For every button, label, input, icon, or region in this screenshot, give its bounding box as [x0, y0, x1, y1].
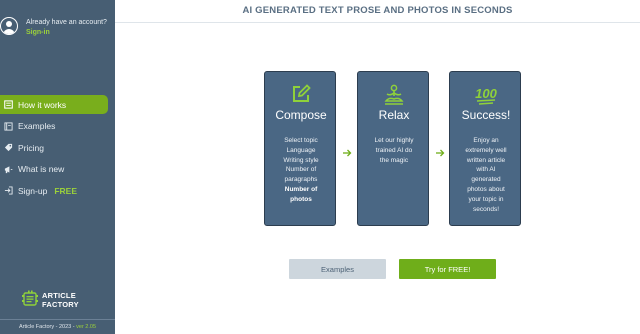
card-line: written article — [466, 156, 506, 164]
arrow-right-icon — [343, 149, 352, 157]
factory-logo-icon — [22, 290, 38, 306]
sidebar-item-examples[interactable]: Examples — [0, 117, 115, 136]
pencil-square-icon — [265, 84, 337, 106]
account-section: Already have an account? Sign-in — [0, 17, 115, 43]
card-line: paragraphs — [284, 176, 318, 184]
card-line: generated — [471, 176, 501, 184]
sidebar-item-label: Examples — [18, 121, 56, 131]
card-line: trained AI do — [375, 146, 413, 154]
sign-in-icon — [3, 186, 13, 196]
svg-text:100: 100 — [475, 86, 497, 101]
logo-text: ARTICLE FACTORY — [42, 291, 79, 309]
sidebar-item-label: How it works — [18, 99, 67, 110]
card-line-bold: photos — [290, 195, 312, 203]
card-line: with AI — [476, 166, 496, 174]
card-success: 100 Success! Enjoy an extremely well wri… — [449, 71, 521, 226]
page-header: AI GENERATED TEXT PROSE AND PHOTOS IN SE… — [115, 0, 640, 23]
sidebar-item-what-is-new[interactable]: What is new — [0, 160, 115, 179]
sidebar: Already have an account? Sign-in How it … — [0, 0, 115, 334]
card-title: Relax — [378, 108, 410, 122]
card-line: Number of — [285, 166, 317, 174]
sidebar-item-label: What is new — [18, 164, 65, 174]
card-line: Language — [286, 146, 316, 154]
user-avatar-icon — [0, 17, 18, 35]
sidebar-nav: How it works Examples Pricing What is ne… — [0, 95, 115, 203]
hundred-icon: 100 — [450, 84, 522, 106]
card-body: Enjoy an extremely well written article … — [455, 136, 517, 214]
logo-line-2: FACTORY — [42, 299, 79, 309]
try-for-free-button[interactable]: Try for FREE! — [399, 259, 496, 279]
card-line: extremely well — [465, 146, 507, 154]
card-line: Let our highly — [374, 137, 414, 144]
sidebar-item-pricing[interactable]: Pricing — [0, 138, 115, 157]
card-body: Select topic Language Writing style Numb… — [270, 136, 332, 205]
meditation-icon — [358, 84, 430, 106]
sign-in-link[interactable]: Sign-in — [26, 29, 50, 36]
card-line: Enjoy an — [473, 137, 499, 144]
page-title: AI GENERATED TEXT PROSE AND PHOTOS IN SE… — [242, 5, 513, 16]
card-line: your topic in — [468, 195, 504, 203]
how-it-works-icon — [3, 100, 13, 110]
price-tag-icon — [3, 143, 13, 153]
article-factory-logo: ARTICLE FACTORY — [22, 290, 102, 312]
card-line: photos about — [467, 185, 505, 193]
card-body: Let our highly trained AI do the magic — [363, 136, 425, 165]
sidebar-footer: Article Factory - 2023 - ver 2.05 — [0, 319, 115, 330]
free-badge: FREE — [54, 185, 77, 196]
megaphone-icon — [3, 164, 13, 174]
sidebar-item-how-it-works[interactable]: How it works — [0, 95, 108, 114]
sidebar-item-sign-up[interactable]: Sign-up FREE — [0, 181, 115, 200]
sidebar-item-label: Sign-up — [18, 185, 48, 196]
card-line: Writing style — [283, 156, 319, 164]
card-title: Compose — [275, 108, 327, 122]
card-line-bold: Number of — [284, 185, 318, 193]
sidebar-item-label: Pricing — [18, 142, 44, 153]
footer-text: Article Factory - 2023 - — [18, 324, 77, 330]
card-line: seconds! — [472, 205, 500, 213]
examples-button[interactable]: Examples — [289, 259, 386, 279]
card-compose: Compose Select topic Language Writing st… — [264, 71, 336, 226]
card-line: the magic — [379, 156, 409, 164]
book-icon — [3, 121, 13, 131]
footer-version: ver 2.05 — [76, 324, 97, 330]
card-title: Success! — [461, 108, 511, 122]
card-relax: Relax Let our highly trained AI do the m… — [357, 71, 429, 226]
arrow-right-icon — [436, 149, 445, 157]
card-line: Select topic — [284, 137, 318, 144]
account-prompt: Already have an account? — [26, 19, 107, 26]
